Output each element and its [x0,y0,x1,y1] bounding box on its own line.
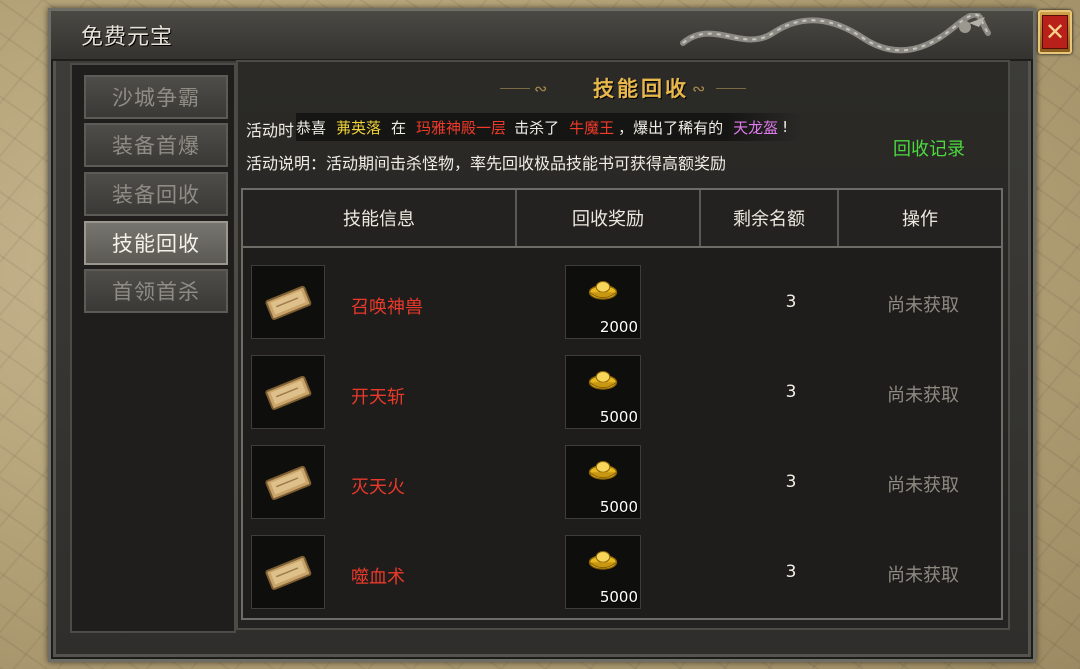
header-action: 操作 [837,190,1001,246]
reward-amount: 5000 [599,588,638,606]
section-title: 技能回收 [593,76,689,101]
drop-announcement-banner: 恭喜 茀英落 在 玛雅神殿一层 击杀了 牛魔王 ，爆出了稀有的 天龙盔 ! [296,113,803,141]
sidebar-item-label: 装备回收 [112,183,200,207]
skill-book-slot[interactable] [251,265,325,339]
banner-prefix: 恭喜 [296,118,327,137]
skill-book-slot[interactable] [251,445,325,519]
reward-amount: 5000 [599,498,638,516]
reward-amount: 2000 [599,318,638,336]
table-row: 开天斩 5000 3 尚未获取 [243,348,1001,438]
skill-name: 开天斩 [351,387,405,408]
sidebar-item-label: 沙城争霸 [112,86,200,110]
action-status: 尚未获取 [887,565,959,586]
skill-name: 噬血术 [351,567,405,588]
sidebar-item-skill-recycle[interactable]: 技能回收 [84,221,228,265]
header-reward: 回收奖励 [515,190,699,246]
banner-at: 在 [391,118,407,137]
skill-book-icon [265,285,312,320]
gold-ingot-icon [588,280,618,300]
table-row: 召唤神兽 2000 3 尚未获取 [243,258,1001,348]
sidebar-item-equip-recycle[interactable]: 装备回收 [84,172,228,216]
reward-slot[interactable]: 5000 [565,535,641,609]
sidebar-item-sha-city[interactable]: 沙城争霸 [84,75,228,119]
skill-book-slot[interactable] [251,355,325,429]
activity-description: 活动说明：活动期间击杀怪物，率先回收极品技能书可获得高额奖励 [246,154,727,173]
skill-name: 灭天火 [351,477,405,498]
header-skill-info: 技能信息 [343,209,415,230]
reward-slot[interactable]: 2000 [565,265,641,339]
window-title: 免费元宝 [81,25,174,50]
header-remaining: 剩余名额 [699,190,837,246]
gold-ingot-icon [588,550,618,570]
activity-time-label: 活动时 [246,121,295,140]
action-status: 尚未获取 [887,385,959,406]
title-divider-left [500,88,530,89]
banner-killed: 击杀了 [514,118,560,137]
reward-amount: 5000 [599,408,638,426]
banner-boss: 牛魔王 [569,118,615,137]
sidebar: 沙城争霸 装备首爆 装备回收 技能回收 首领首杀 [70,63,236,633]
skill-name: 召唤神兽 [351,297,423,318]
skill-book-icon [265,375,312,410]
sidebar-item-label: 首领首杀 [112,280,200,304]
action-status: 尚未获取 [887,475,959,496]
sidebar-item-label: 技能回收 [112,232,200,256]
skill-book-icon [265,465,312,500]
title-divider-right [716,88,746,89]
reward-slot[interactable]: 5000 [565,445,641,519]
remaining-quota: 3 [785,562,797,582]
remaining-quota: 3 [785,472,797,492]
sidebar-item-label: 装备首爆 [112,134,200,158]
reward-slot[interactable]: 5000 [565,355,641,429]
banner-player-name: 茀英落 [336,118,382,137]
banner-location: 玛雅神殿一层 [416,118,507,137]
remaining-quota: 3 [785,382,797,402]
dragon-ornament-icon [680,13,991,54]
close-icon: ✕ [1042,15,1068,49]
gold-ingot-icon [588,370,618,390]
sidebar-item-first-drop[interactable]: 装备首爆 [84,123,228,167]
gold-ingot-icon [588,460,618,480]
remaining-quota: 3 [785,292,797,312]
table-row: 灭天火 5000 3 尚未获取 [243,438,1001,528]
action-status: 尚未获取 [887,295,959,316]
sidebar-item-boss-first-kill[interactable]: 首领首杀 [84,269,228,313]
table-header: 技能信息 回收奖励 剩余名额 操作 [243,190,1001,248]
skill-recycle-table: 技能信息 回收奖励 剩余名额 操作 召唤神兽 2000 3 尚未获取 开天斩 5… [241,188,1003,620]
table-row: 噬血术 5000 3 尚未获取 [243,528,1001,618]
title-swirl-right-icon: ∾ [692,79,706,98]
title-bar: 免费元宝 [51,11,1033,61]
close-button[interactable]: ✕ [1038,10,1072,54]
recycle-record-link[interactable]: 回收记录 [893,135,965,161]
skill-book-icon [265,555,312,590]
banner-suffix: ! [782,118,789,136]
skill-book-slot[interactable] [251,535,325,609]
banner-rare-item: 天龙盔 [733,118,779,137]
banner-dropped: ，爆出了稀有的 [618,118,724,137]
